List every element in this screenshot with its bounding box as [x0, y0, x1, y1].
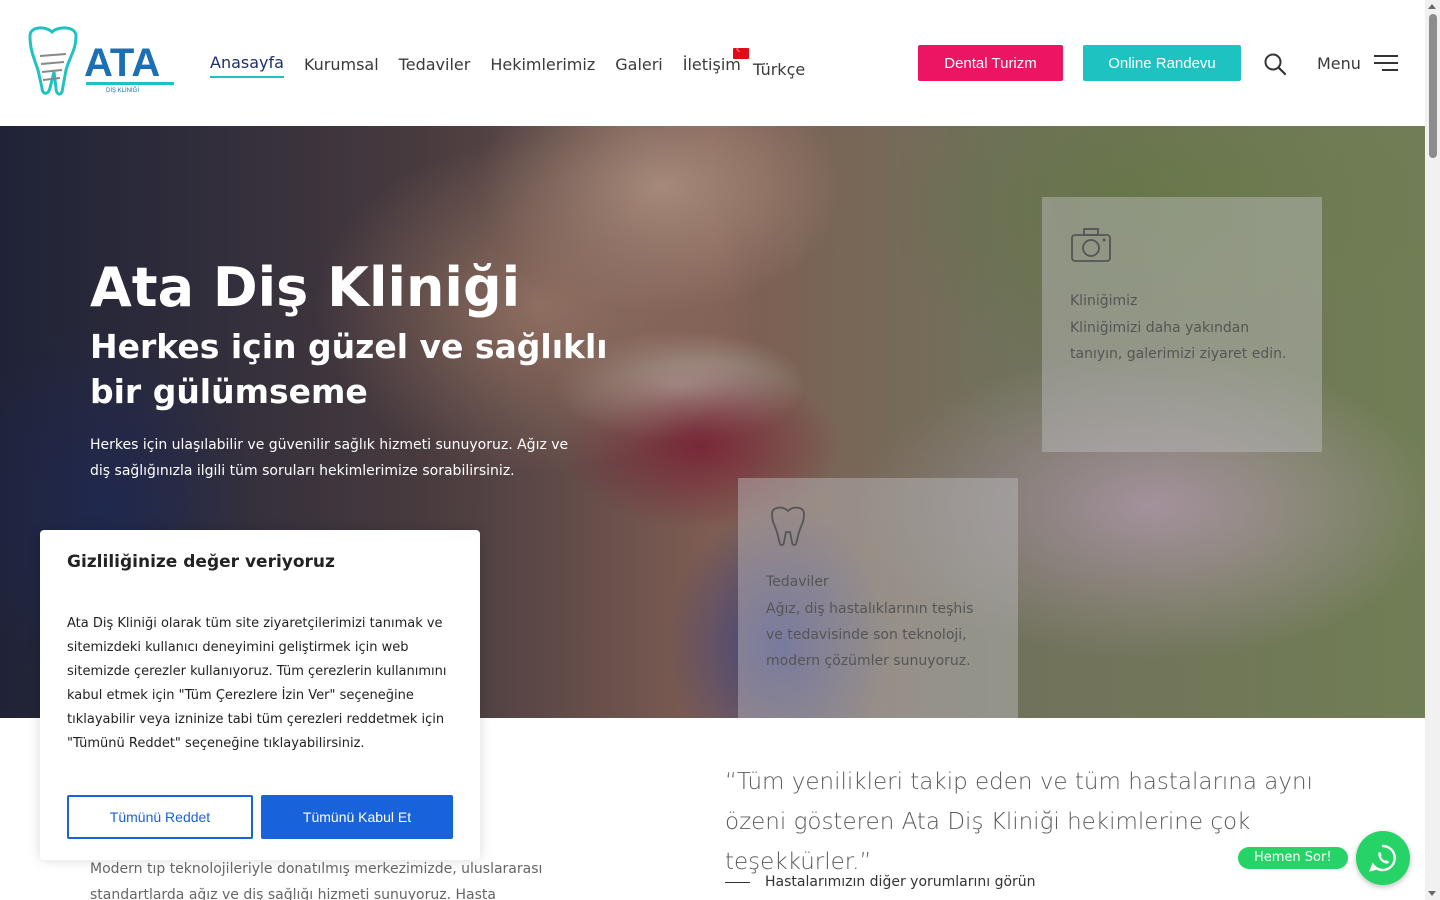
nav-galeri[interactable]: Galeri — [615, 54, 663, 76]
treatments-card[interactable]: Tedaviler Ağız, diş hastalıklarının teşh… — [738, 478, 1018, 718]
reject-all-button[interactable]: Tümünü Reddet — [67, 795, 253, 839]
site-header: ATA DİŞ KLİNİĞİ Anasayfa Kurumsal Tedavi… — [0, 0, 1425, 126]
nav-kurumsal[interactable]: Kurumsal — [304, 54, 379, 76]
nav-anasayfa[interactable]: Anasayfa — [210, 52, 284, 78]
clinic-card[interactable]: Kliniğimiz Kliniğimizi daha yakından tan… — [1042, 197, 1322, 452]
scroll-down-arrow-icon[interactable] — [1428, 891, 1436, 896]
search-icon[interactable] — [1263, 52, 1287, 76]
card-title: Tedaviler — [766, 574, 829, 590]
scroll-up-arrow-icon[interactable] — [1428, 4, 1436, 9]
scroll-thumb[interactable] — [1429, 14, 1437, 158]
dental-tourism-button[interactable]: Dental Turizm — [918, 45, 1063, 81]
whatsapp-label[interactable]: Hemen Sor! — [1238, 847, 1348, 869]
hero-subtitle: Herkes için güzel ve sağlıklı bir gülüms… — [90, 327, 608, 411]
camera-icon — [1071, 228, 1111, 262]
online-appointment-button[interactable]: Online Randevu — [1083, 45, 1241, 81]
main-nav: Anasayfa Kurumsal Tedaviler Hekimlerimiz… — [210, 52, 741, 78]
card-text: Kliniğimizi daha yakından tanıyın, galer… — [1070, 320, 1287, 362]
reviews-link[interactable]: Hastalarımızın diğer yorumlarını görün — [725, 874, 1036, 890]
hero-text: Herkes için ulaşılabilir ve güvenilir sa… — [90, 437, 569, 479]
language-label: Türkçe — [753, 60, 806, 79]
svg-text:ATA: ATA — [84, 41, 160, 85]
whatsapp-icon — [1368, 844, 1396, 872]
card-text: Ağız, diş hastalıklarının teşhis ve teda… — [766, 601, 974, 669]
menu-label[interactable]: Menu — [1317, 54, 1361, 73]
card-title: Kliniğimiz — [1070, 293, 1138, 309]
tooth-icon — [771, 506, 805, 546]
hamburger-menu-icon[interactable] — [1374, 53, 1398, 73]
cookie-title: Gizliliğinize değer veriyoruz — [67, 552, 335, 572]
logo[interactable]: ATA DİŞ KLİNİĞİ — [26, 26, 178, 100]
nav-tedaviler[interactable]: Tedaviler — [399, 54, 471, 76]
hero-title: Ata Diş Kliniği — [90, 256, 521, 319]
nav-hekimlerimiz[interactable]: Hekimlerimiz — [490, 54, 595, 76]
divider-line — [725, 881, 750, 883]
turkey-flag-icon — [733, 45, 749, 59]
reviews-link-label: Hastalarımızın diğer yorumlarını görün — [765, 874, 1036, 890]
cookie-text: Ata Diş Kliniği olarak tüm site ziyaretç… — [67, 616, 447, 751]
accept-all-button[interactable]: Tümünü Kabul Et — [261, 795, 453, 839]
intro-text: Modern tıp teknolojileriyle donatılmış m… — [90, 861, 543, 900]
page-scrollbar[interactable] — [1425, 0, 1440, 900]
cookie-consent-banner: Gizliliğinize değer veriyoruz Ata Diş Kl… — [40, 530, 480, 860]
svg-text:DİŞ KLİNİĞİ: DİŞ KLİNİĞİ — [106, 87, 139, 94]
whatsapp-button[interactable] — [1356, 831, 1410, 885]
